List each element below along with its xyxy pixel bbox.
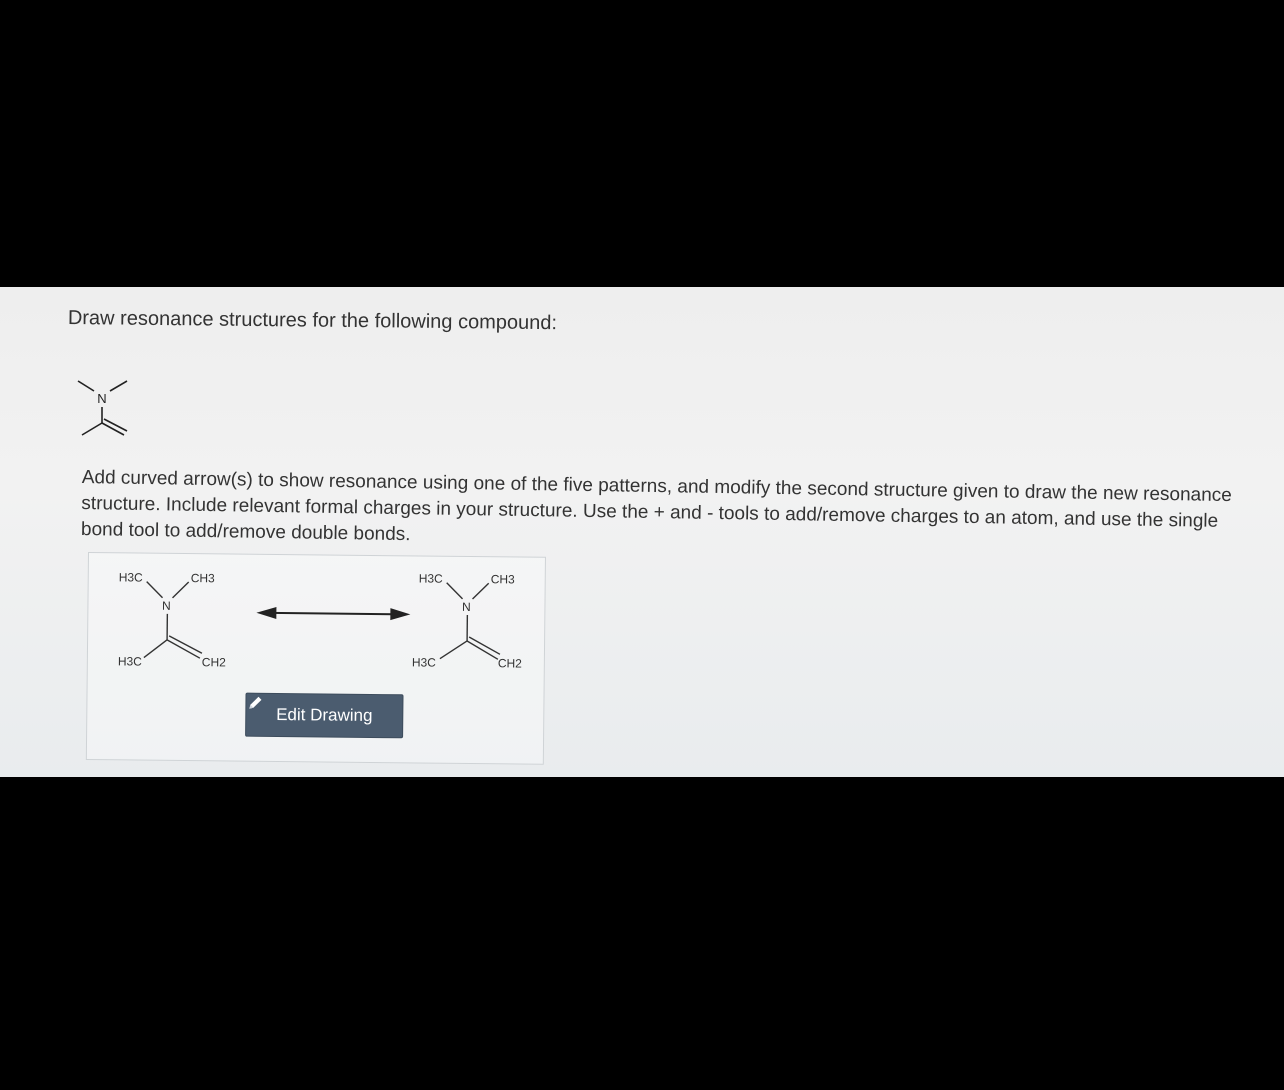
left-bottom-right-label: CH2	[202, 655, 226, 669]
right-bottom-right-label: CH2	[498, 656, 522, 670]
thumb-bond-methyl	[81, 422, 103, 436]
thumb-bond-right	[109, 380, 128, 392]
left-bond-nw	[146, 581, 164, 599]
edit-drawing-label: Edit Drawing	[276, 704, 373, 725]
right-bond-methyl	[439, 640, 468, 660]
resonance-arrow	[256, 606, 411, 621]
left-bond-ne	[172, 581, 190, 599]
right-bond-nw	[446, 582, 464, 600]
left-top-right-label: CH3	[191, 571, 215, 585]
right-top-left-label: H3C	[419, 571, 443, 585]
resonance-arrow-shaft	[270, 611, 395, 616]
right-bond-ne	[472, 582, 490, 600]
thumb-atom-n: N	[97, 391, 106, 406]
question-prompt: Draw resonance structures for the follow…	[67, 307, 558, 335]
drawing-area[interactable]: H3C CH3 N H3C CH2 H3C CH3 N H3C CH2 Edit…	[85, 552, 546, 765]
thumb-bond-double-b	[103, 418, 128, 432]
left-top-left-label: H3C	[119, 570, 143, 584]
left-bond-methyl	[143, 639, 168, 659]
structure-right: H3C CH3 N H3C CH2	[412, 571, 522, 670]
right-center-atom: N	[462, 600, 471, 614]
pencil-icon	[249, 696, 262, 709]
resonance-arrow-head-left	[256, 606, 277, 619]
compound-thumbnail: N	[77, 380, 128, 436]
resonance-arrow-head-right	[390, 608, 411, 621]
question-panel: Draw resonance structures for the follow…	[0, 287, 1284, 777]
thumb-bond-double-a	[101, 422, 125, 436]
right-bottom-left-label: H3C	[412, 655, 436, 669]
thumb-bond-left	[77, 380, 95, 392]
instructions-text: Add curved arrow(s) to show resonance us…	[80, 466, 1232, 546]
right-top-right-label: CH3	[491, 572, 515, 586]
left-center-atom: N	[162, 599, 171, 613]
left-bottom-left-label: H3C	[118, 654, 142, 668]
structure-left: H3C CH3 N H3C CH2	[118, 570, 226, 669]
edit-drawing-button[interactable]: Edit Drawing	[245, 692, 404, 739]
